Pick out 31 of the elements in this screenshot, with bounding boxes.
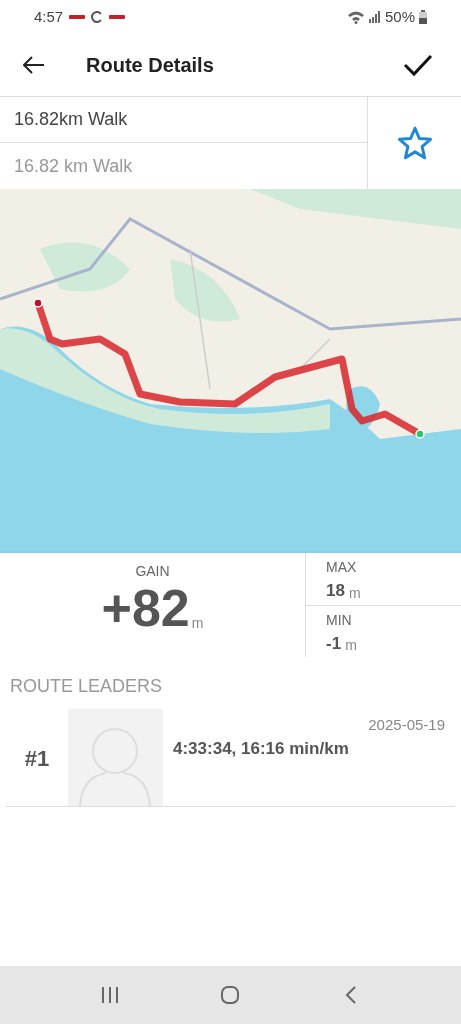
page-title: Route Details <box>86 53 215 78</box>
signal-icon <box>368 11 381 23</box>
stat-value: +82 <box>101 582 190 634</box>
back-icon <box>344 985 357 1005</box>
stat-value: 18 <box>326 580 345 602</box>
recent-apps-icon <box>100 986 121 1004</box>
stat-label: MIN <box>326 610 353 630</box>
stat-unit: m <box>348 583 361 603</box>
battery-icon <box>419 10 427 24</box>
stat-label: MAX <box>326 558 358 577</box>
stat-label: GAIN <box>135 562 170 581</box>
section-title: ROUTE LEADERS <box>9 675 164 698</box>
notification-icon <box>69 14 86 20</box>
wifi-icon <box>346 10 365 24</box>
stat-unit: m <box>345 636 357 655</box>
checkmark-icon <box>403 53 433 77</box>
home-icon <box>220 985 241 1005</box>
result-text: 4:33:34, 16:16 min/km <box>173 739 349 758</box>
sync-icon <box>91 11 104 23</box>
date-text: 2025-05-19 <box>368 715 445 735</box>
star-icon <box>396 126 433 160</box>
notification-icon <box>109 14 126 20</box>
stat-unit: m <box>191 614 204 633</box>
leader-row[interactable]: #1 4:33:34, 16:16 min/km 2025-05-19 <box>6 710 455 807</box>
rank-label: #1 <box>23 744 51 773</box>
end-marker <box>415 429 425 439</box>
back-arrow-icon <box>23 56 45 74</box>
status-time: 4:57 <box>34 6 64 27</box>
stat-value: -1 <box>326 632 342 655</box>
start-marker <box>33 298 43 308</box>
battery-percent: 50% <box>384 6 415 27</box>
